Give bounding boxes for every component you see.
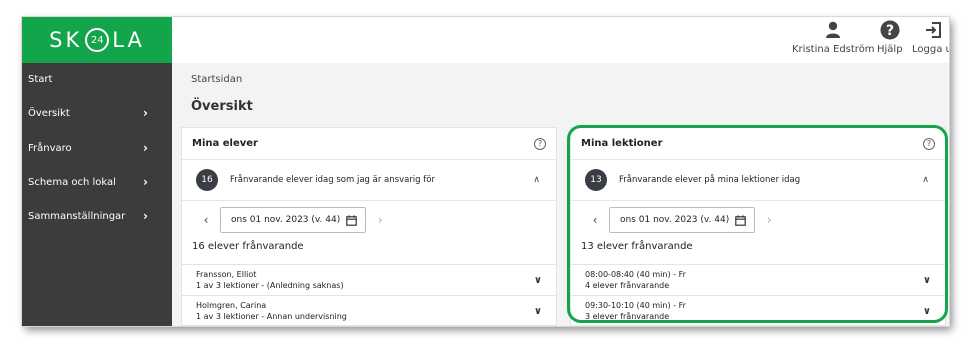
chevron-right-icon: › — [143, 106, 148, 120]
calendar-icon — [346, 214, 358, 226]
next-day-button[interactable]: › — [755, 213, 783, 227]
student-name: Holmgren, Carina — [196, 301, 267, 310]
help-icon: ? — [880, 19, 900, 41]
chevron-down-icon[interactable]: ∨ — [534, 275, 542, 286]
count-badge: 16 — [196, 169, 218, 191]
list-item[interactable]: Fransson, Elliot 1 av 3 lektioner - (Anl… — [182, 264, 556, 295]
chevron-down-icon[interactable]: ∨ — [534, 306, 542, 317]
help-label: Hjälp — [877, 44, 903, 55]
lesson-time: 09:30-10:10 (40 min) - Fr — [585, 301, 686, 310]
sidebar-item-oversikt[interactable]: Översikt › — [22, 103, 172, 123]
lessons-date-row: ‹ ons 01 nov. 2023 (v. 44) › — [571, 201, 945, 239]
skola24-logo[interactable]: SK 24 LA — [22, 17, 172, 63]
question-circle-icon[interactable]: ? — [534, 137, 546, 150]
student-detail: 1 av 3 lektioner - (Anledning saknas) — [196, 281, 344, 290]
lesson-absent-count: 3 elever frånvarande — [585, 312, 670, 321]
user-icon — [825, 19, 841, 41]
sidebar-item-label: Översikt — [28, 107, 70, 119]
chevron-down-icon[interactable]: ∨ — [923, 306, 931, 317]
svg-text:?: ? — [886, 23, 894, 39]
students-card-title: Mina elever — [192, 138, 258, 149]
sidebar-item-sammanstallningar[interactable]: Sammanställningar › — [22, 206, 172, 226]
date-picker[interactable]: ons 01 nov. 2023 (v. 44) — [609, 207, 756, 233]
lessons-summary-text: Frånvarande elever på mina lektioner ida… — [619, 175, 801, 185]
user-menu[interactable]: Kristina Edström — [792, 19, 875, 55]
logout-label: Logga ut — [912, 44, 949, 55]
lessons-card-title: Mina lektioner — [581, 138, 663, 149]
sidebar-nav: Start Översikt › Frånvaro › Schema och l… — [22, 63, 172, 326]
prev-day-button[interactable]: ‹ — [581, 213, 609, 227]
chevron-up-icon[interactable]: ∧ — [533, 175, 540, 185]
students-card: Mina elever ? 16 Frånvarande elever idag… — [181, 127, 557, 326]
student-detail: 1 av 3 lektioner - Annan undervisning — [196, 312, 347, 321]
lesson-absent-count: 4 elever frånvarande — [585, 281, 670, 290]
count-badge: 13 — [585, 169, 607, 191]
sidebar-item-label: Frånvaro — [28, 142, 72, 154]
breadcrumb[interactable]: Startsidan — [191, 74, 242, 85]
sidebar-item-label: Sammanställningar — [28, 210, 126, 222]
sidebar-item-start[interactable]: Start — [22, 69, 172, 89]
student-name: Fransson, Elliot — [196, 270, 257, 279]
lesson-time: 08:00-08:40 (40 min) - Fr — [585, 270, 686, 279]
logout-icon — [925, 19, 943, 41]
question-circle-icon[interactable]: ? — [923, 137, 935, 150]
sidebar-item-franvaro[interactable]: Frånvaro › — [22, 138, 172, 158]
top-bar: Kristina Edström ? Hjälp Logga ut — [172, 17, 949, 63]
sidebar-item-label: Schema och lokal — [28, 176, 116, 188]
students-total: 16 elever frånvarande — [192, 241, 304, 252]
students-summary-text: Frånvarande elever idag som jag är ansva… — [230, 175, 435, 185]
chevron-right-icon: › — [143, 209, 148, 223]
chevron-right-icon: › — [143, 141, 148, 155]
chevron-down-icon[interactable]: ∨ — [923, 275, 931, 286]
list-item[interactable]: Holmgren, Carina 1 av 3 lektioner - Anna… — [182, 295, 556, 326]
logout-button[interactable]: Logga ut — [912, 19, 949, 55]
app-window: SK 24 LA Kristina Edström ? Hjälp Logga … — [22, 17, 949, 326]
date-value: ons 01 nov. 2023 (v. 44) — [620, 215, 730, 225]
sidebar-item-schema-och-lokal[interactable]: Schema och lokal › — [22, 172, 172, 192]
logo-ring: 24 — [85, 28, 110, 52]
user-name: Kristina Edström — [792, 44, 875, 55]
students-card-header: Mina elever ? — [182, 128, 556, 160]
logo-text-post: LA — [112, 28, 145, 52]
help-button[interactable]: ? Hjälp — [877, 19, 903, 55]
logo-text-pre: SK — [49, 28, 83, 52]
students-date-row: ‹ ons 01 nov. 2023 (v. 44) › — [182, 201, 556, 239]
chevron-right-icon: › — [143, 175, 148, 189]
list-item[interactable]: 09:30-10:10 (40 min) - Fr 3 elever frånv… — [571, 295, 945, 326]
students-summary-toggle[interactable]: 16 Frånvarande elever idag som jag är an… — [182, 160, 556, 201]
list-item[interactable]: 08:00-08:40 (40 min) - Fr 4 elever frånv… — [571, 264, 945, 295]
next-day-button[interactable]: › — [366, 213, 394, 227]
page-title: Översikt — [191, 99, 253, 114]
calendar-icon — [735, 214, 747, 226]
lessons-summary-toggle[interactable]: 13 Frånvarande elever på mina lektioner … — [571, 160, 945, 201]
lessons-card-header: Mina lektioner ? — [571, 128, 945, 160]
prev-day-button[interactable]: ‹ — [192, 213, 220, 227]
chevron-up-icon[interactable]: ∧ — [922, 175, 929, 185]
date-picker[interactable]: ons 01 nov. 2023 (v. 44) — [220, 207, 367, 233]
sidebar-item-label: Start — [28, 73, 53, 85]
lessons-total: 13 elever frånvarande — [581, 241, 693, 252]
lessons-card: Mina lektioner ? 13 Frånvarande elever p… — [570, 127, 946, 326]
date-value: ons 01 nov. 2023 (v. 44) — [231, 215, 341, 225]
